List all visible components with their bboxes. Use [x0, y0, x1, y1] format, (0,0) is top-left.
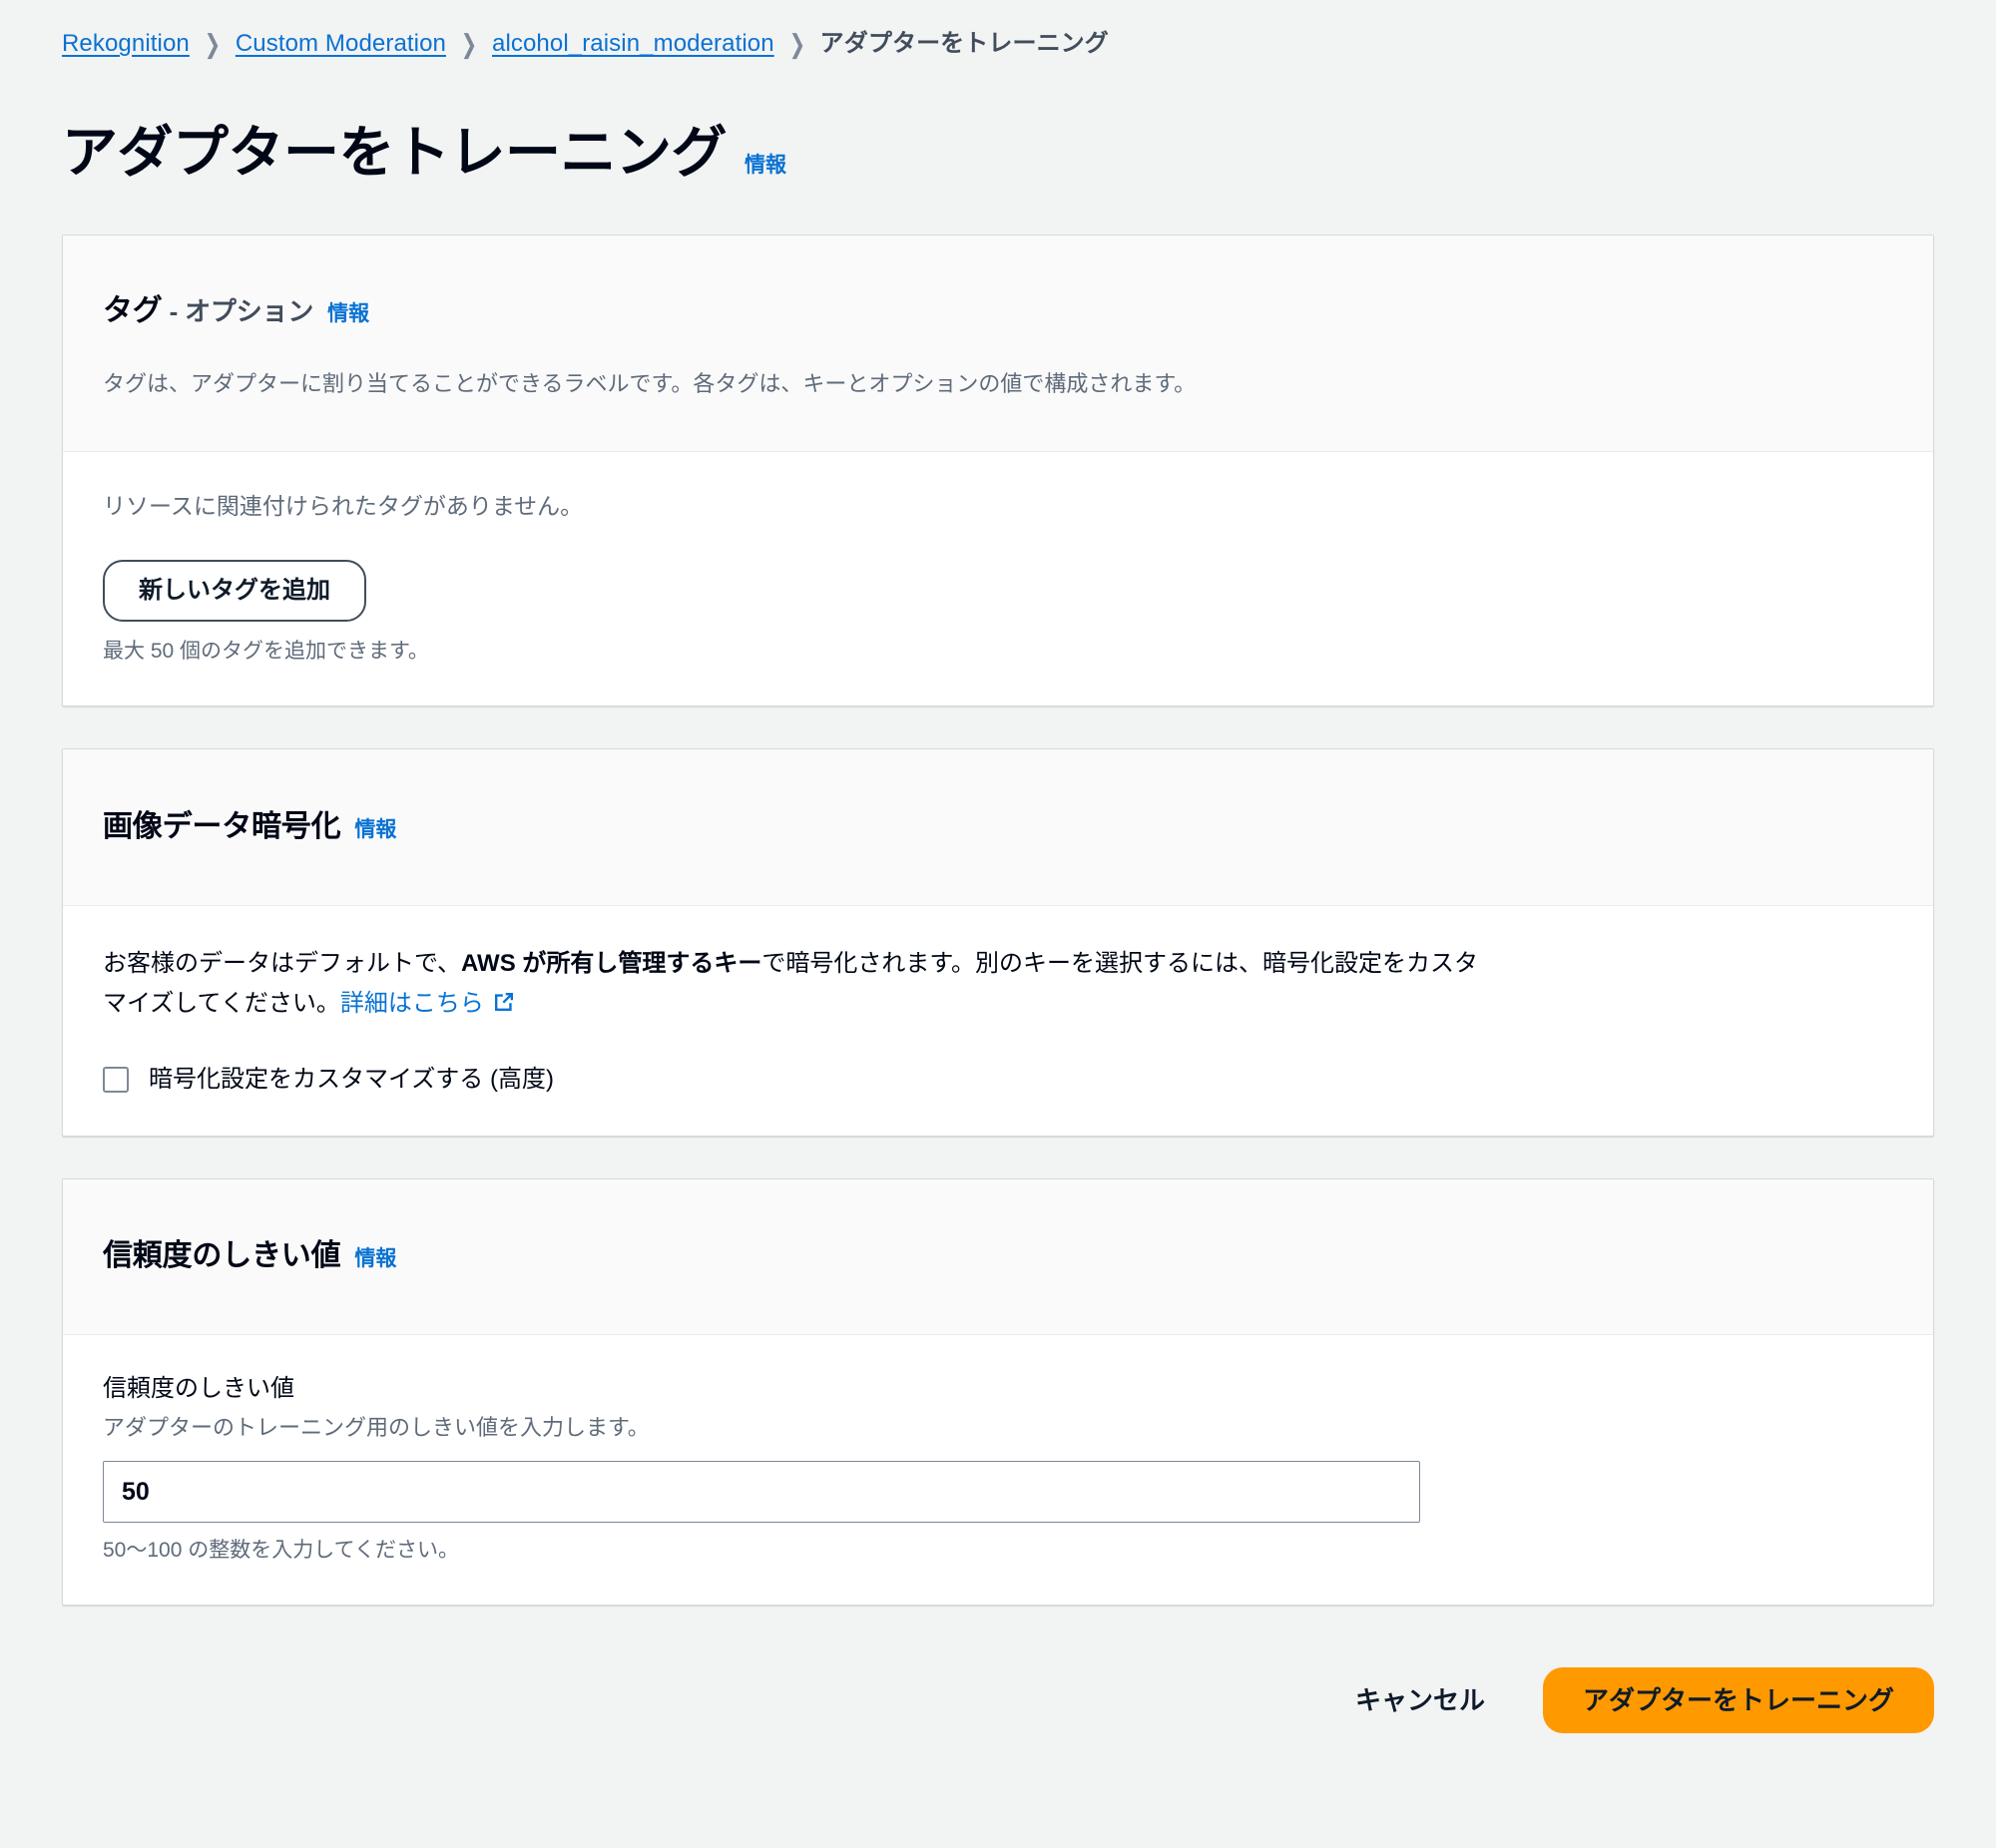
breadcrumb-separator-icon: ❯: [788, 29, 805, 59]
customize-encryption-checkbox-label[interactable]: 暗号化設定をカスタマイズする (高度): [149, 1064, 554, 1096]
tags-info-link[interactable]: 情報: [327, 297, 369, 327]
breadcrumb-item-rekognition[interactable]: Rekognition: [62, 28, 190, 60]
confidence-threshold-input[interactable]: [103, 1461, 1420, 1524]
threshold-field-label: 信頼度のしきい値: [103, 1375, 294, 1403]
page-title-row: アダプターをトレーニング 情報: [62, 82, 1934, 234]
breadcrumb-separator-icon: ❯: [460, 29, 478, 59]
threshold-title-row: 信頼度のしきい値 情報: [103, 1213, 1893, 1301]
threshold-field-description: アダプターのトレーニング用のしきい値を入力します。: [103, 1415, 650, 1441]
tags-card-title: タグ - オプション: [103, 292, 313, 330]
tags-limit-hint: 最大 50 個のタグを追加できます。: [103, 639, 429, 663]
threshold-card-body: 信頼度のしきい値 アダプターのトレーニング用のしきい値を入力します。 50〜10…: [63, 1335, 1933, 1605]
tags-card-description: タグは、アダプターに割り当てることができるラベルです。各タグは、キーとオプション…: [103, 370, 1197, 396]
tags-title-sub: - オプション: [162, 295, 314, 326]
train-adapter-page: Rekognition ❯ Custom Moderation ❯ alcoho…: [0, 0, 1996, 1848]
threshold-card-header: 信頼度のしきい値 情報: [63, 1178, 1933, 1336]
page-title: アダプターをトレーニング: [62, 120, 728, 184]
threshold-info-link[interactable]: 情報: [354, 1242, 396, 1272]
external-link-icon[interactable]: [492, 987, 516, 1011]
form-actions: キャンセル アダプターをトレーニング: [62, 1647, 1934, 1734]
encryption-title-row: 画像データ暗号化 情報: [103, 783, 1893, 871]
tags-empty-message: リソースに関連付けられたタグがありません。: [103, 492, 584, 519]
learn-more-link[interactable]: 詳細はこちら: [340, 990, 484, 1017]
breadcrumb-item-custom-moderation[interactable]: Custom Moderation: [236, 28, 446, 60]
add-new-tag-button[interactable]: 新しいタグを追加: [103, 559, 366, 622]
customize-encryption-checkbox[interactable]: [103, 1066, 129, 1093]
tags-card: タグ - オプション 情報 タグは、アダプターに割り当てることができるラベルです…: [62, 234, 1934, 706]
encryption-info-link[interactable]: 情報: [354, 813, 396, 843]
breadcrumb-item-project[interactable]: alcohol_raisin_moderation: [492, 28, 774, 60]
threshold-field-hint: 50〜100 の整数を入力してください。: [103, 1539, 459, 1563]
encryption-description: お客様のデータはデフォルトで、AWS が所有し管理するキーで暗号化されます。別の…: [103, 944, 1490, 1024]
confidence-threshold-card: 信頼度のしきい値 情報 信頼度のしきい値 アダプターのトレーニング用のしきい値を…: [62, 1177, 1934, 1607]
cancel-button[interactable]: キャンセル: [1325, 1669, 1515, 1731]
tags-card-header: タグ - オプション 情報 タグは、アダプターに割り当てることができるラベルです…: [63, 235, 1933, 452]
tags-title-row: タグ - オプション 情報: [103, 267, 1893, 355]
encryption-card-header: 画像データ暗号化 情報: [63, 748, 1933, 906]
tags-card-body: リソースに関連付けられたタグがありません。 新しいタグを追加 最大 50 個のタ…: [63, 452, 1933, 705]
customize-encryption-checkbox-row[interactable]: 暗号化設定をカスタマイズする (高度): [103, 1064, 1893, 1096]
train-adapter-submit-button[interactable]: アダプターをトレーニング: [1542, 1667, 1934, 1734]
image-encryption-card: 画像データ暗号化 情報 お客様のデータはデフォルトで、AWS が所有し管理するキ…: [62, 747, 1934, 1137]
encryption-text-part1: お客様のデータはデフォルトで、: [103, 949, 462, 977]
tags-title-main: タグ: [103, 293, 163, 327]
breadcrumb: Rekognition ❯ Custom Moderation ❯ alcoho…: [62, 0, 1934, 60]
page-title-info-link[interactable]: 情報: [745, 149, 786, 179]
threshold-card-title: 信頼度のしきい値: [103, 1239, 341, 1273]
breadcrumb-separator-icon: ❯: [204, 29, 222, 59]
encryption-card-title: 画像データ暗号化: [103, 809, 341, 843]
breadcrumb-item-current: アダプターをトレーニング: [819, 30, 1109, 57]
encryption-card-body: お客様のデータはデフォルトで、AWS が所有し管理するキーで暗号化されます。別の…: [63, 906, 1933, 1136]
encryption-text-bold: AWS が所有し管理するキー: [461, 949, 762, 977]
